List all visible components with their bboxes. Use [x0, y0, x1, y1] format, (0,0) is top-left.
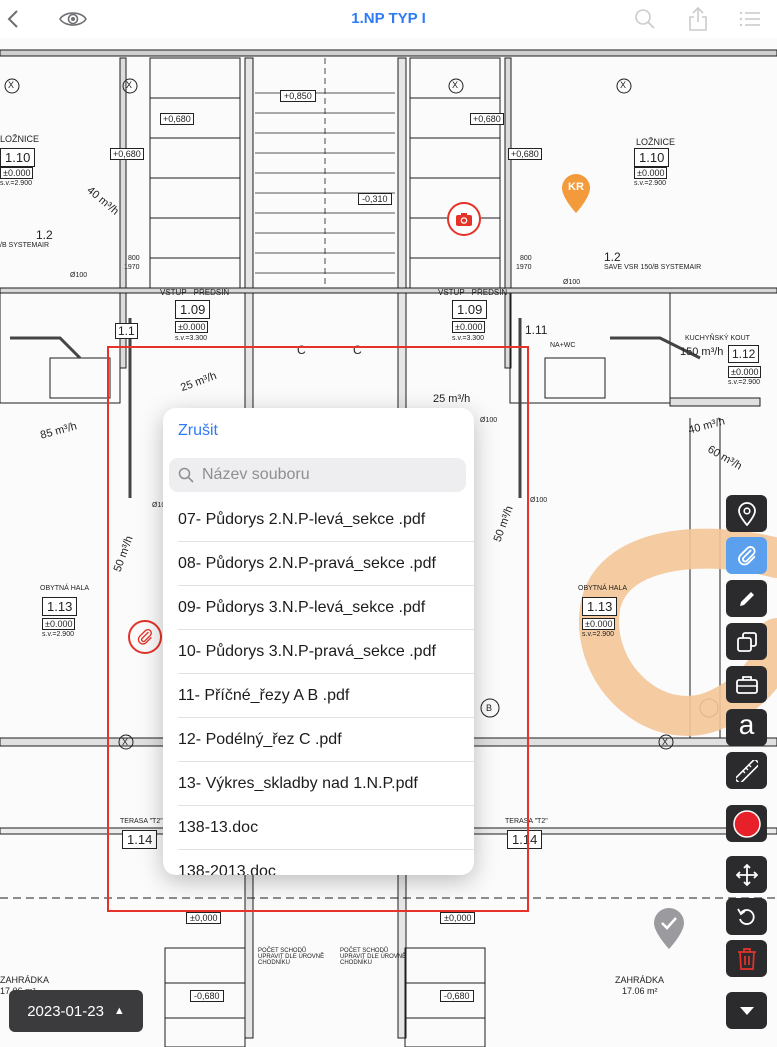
color-icon — [732, 809, 761, 838]
search-button[interactable] — [632, 6, 658, 32]
text-tool-button[interactable]: a — [726, 709, 767, 746]
list-button[interactable] — [738, 6, 762, 32]
camera-icon — [456, 212, 472, 226]
undo-button[interactable] — [726, 898, 767, 935]
briefcase-icon — [735, 675, 758, 694]
pencil-icon — [739, 591, 754, 606]
search-icon — [178, 467, 194, 483]
share-button[interactable] — [686, 6, 710, 32]
chevron-down-icon — [739, 1006, 754, 1015]
triangle-up-icon: ▲ — [113, 1005, 125, 1017]
pin-icon — [737, 501, 756, 526]
file-list-item[interactable]: 12- Podélný_řez C .pdf — [178, 718, 474, 762]
file-list: 07- Půdorys 2.N.P-levá_sekce .pdf 08- Pů… — [163, 498, 474, 875]
pencil-tool-button[interactable] — [726, 580, 767, 617]
user-initials: KR — [568, 181, 584, 193]
page-title: 1.NP TYP I — [351, 10, 426, 27]
revision-date-value: 2023-01-23 — [27, 1002, 104, 1020]
cancel-button[interactable]: Zrušit — [178, 422, 218, 440]
shapes-icon — [736, 631, 757, 652]
trash-icon — [737, 947, 756, 970]
move-icon — [735, 863, 758, 886]
collapse-toolbar-button[interactable] — [726, 992, 767, 1029]
ruler-icon — [735, 759, 758, 782]
camera-marker[interactable] — [447, 202, 481, 236]
file-list-item[interactable]: 13- Výkres_skladby nad 1.N.P.pdf — [178, 762, 474, 806]
file-search-input[interactable] — [200, 465, 454, 485]
delete-button[interactable] — [726, 940, 767, 977]
text-icon: a — [738, 708, 755, 740]
move-tool-button[interactable] — [726, 856, 767, 893]
attachment-tool-button[interactable] — [726, 537, 767, 574]
pin-tool-button[interactable] — [726, 495, 767, 532]
user-marker[interactable]: KR — [560, 172, 592, 214]
paperclip-icon — [737, 545, 756, 565]
search-icon — [635, 9, 655, 29]
color-picker-button[interactable] — [726, 805, 767, 842]
file-list-item[interactable]: 09- Půdorys 3.N.P-levá_sekce .pdf — [178, 586, 474, 630]
undo-icon — [736, 908, 755, 925]
ruler-tool-button[interactable] — [726, 752, 767, 789]
shapes-tool-button[interactable] — [726, 623, 767, 660]
file-picker-popover: Zrušit 07- Půdorys 2.N.P-levá_sekce .pdf… — [163, 408, 474, 875]
file-search-field[interactable] — [169, 458, 466, 492]
top-navigation-bar: 1.NP TYP I — [0, 0, 777, 38]
file-list-item[interactable]: 08- Půdorys 2.N.P-pravá_sekce .pdf — [178, 542, 474, 586]
check-marker[interactable] — [652, 906, 686, 950]
revision-date-selector[interactable]: 2023-01-23 ▲ — [9, 990, 143, 1032]
file-list-item[interactable]: 138-2013.doc — [178, 850, 474, 876]
share-icon — [689, 6, 707, 31]
file-list-item[interactable]: 07- Půdorys 2.N.P-levá_sekce .pdf — [178, 498, 474, 542]
briefcase-tool-button[interactable] — [726, 666, 767, 703]
file-list-item[interactable]: 10- Půdorys 3.N.P-pravá_sekce .pdf — [178, 630, 474, 674]
file-list-item[interactable]: 138-13.doc — [178, 806, 474, 850]
file-list-item[interactable]: 11- Příčné_řezy A B .pdf — [178, 674, 474, 718]
list-icon — [739, 11, 760, 27]
